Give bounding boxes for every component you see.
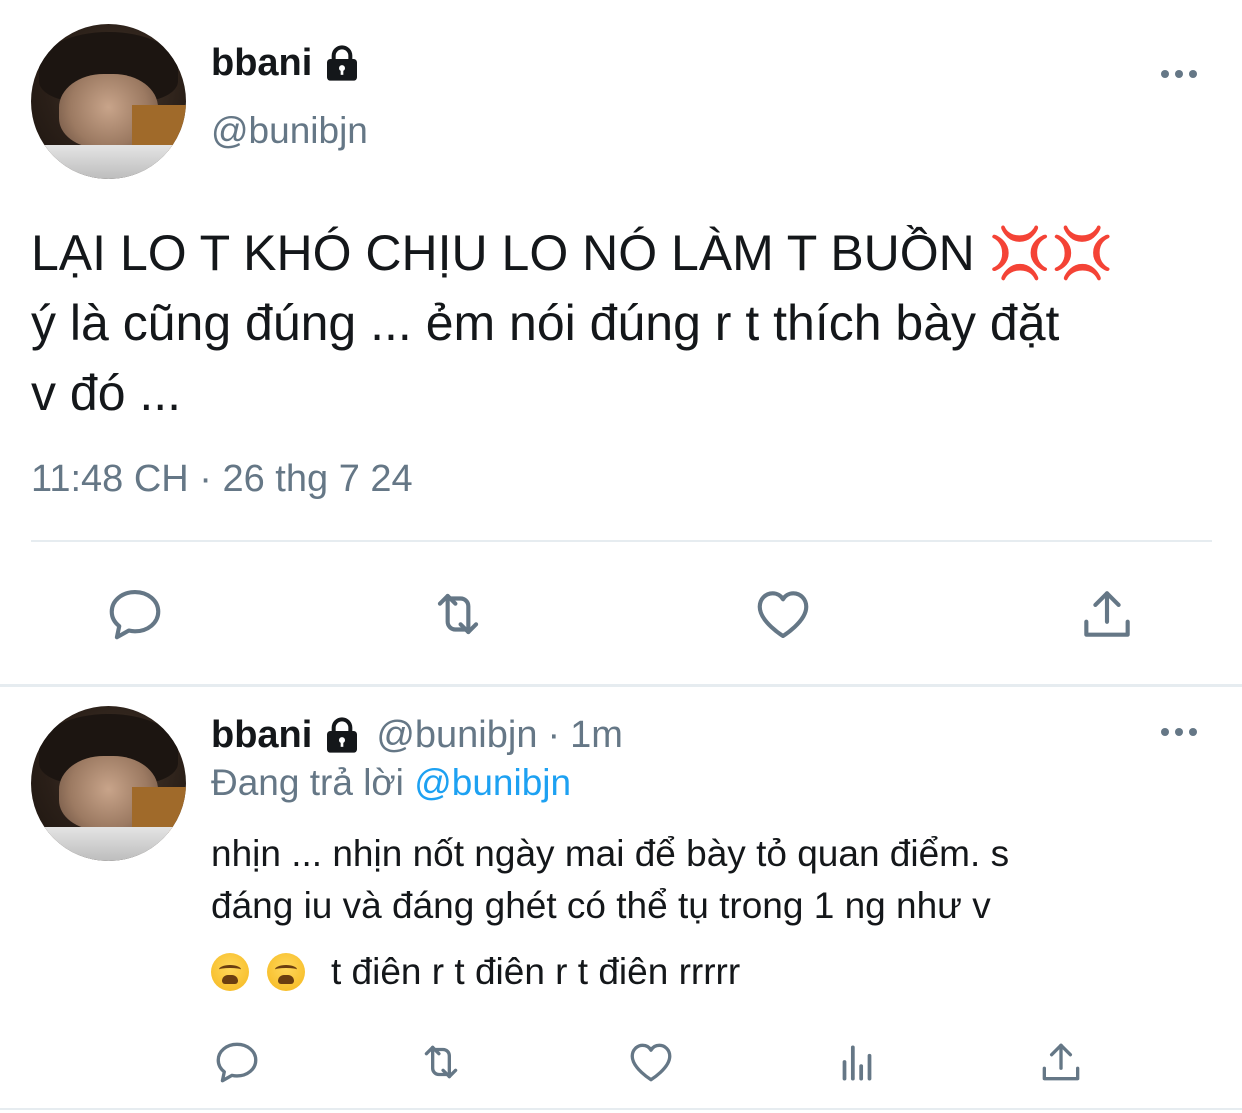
tired-face-emoji [267, 953, 305, 991]
reply-icon[interactable] [104, 583, 166, 645]
reply-header: bbani @bunibjn · 1m [211, 714, 623, 757]
retweet-icon[interactable] [416, 1037, 466, 1087]
display-name[interactable]: bbani [211, 714, 312, 757]
tweet-text: LẠI LO T KHÓ CHỊU LO NÓ LÀM T BUỒN 💢💢 ý … [31, 218, 1226, 428]
replying-prefix: Đang trả lời [211, 762, 404, 803]
retweet-icon[interactable] [427, 583, 489, 645]
tweet-text-line-1: LẠI LO T KHÓ CHỊU LO NÓ LÀM T BUỒN 💢💢 [31, 218, 1226, 288]
time-ago[interactable]: 1m [570, 714, 623, 757]
more-icon[interactable] [1159, 68, 1199, 80]
reply-icon[interactable] [212, 1037, 262, 1087]
reply-text-line-1: nhịn ... nhịn nốt ngày mai để bày tỏ qua… [211, 833, 1010, 874]
analytics-icon[interactable] [832, 1037, 882, 1087]
share-icon[interactable] [1076, 583, 1138, 645]
more-icon[interactable] [1159, 726, 1199, 738]
bottom-divider [0, 1108, 1242, 1110]
like-icon[interactable] [626, 1037, 676, 1087]
anger-emoji: 💢💢 [988, 225, 1114, 281]
divider [31, 540, 1212, 542]
tweet-text-line-2: ý là cũng đúng ... ẻm nói đúng r t thích… [31, 295, 1060, 351]
share-icon[interactable] [1036, 1037, 1086, 1087]
handle[interactable]: @bunibjn [211, 110, 368, 152]
timestamp[interactable]: 11:48 CH · 26 thg 7 24 [31, 458, 413, 501]
main-tweet: bbani @bunibjn LẠI LO T KHÓ CHỊU LO NÓ L… [0, 0, 1242, 668]
reply-text-line-3-text: t điên r t điên r t điên rrrrr [331, 951, 741, 992]
handle[interactable]: @bunibjn [376, 714, 537, 757]
tweet-text-line-1-text: LẠI LO T KHÓ CHỊU LO NÓ LÀM T BUỒN [31, 225, 975, 281]
reply-text-line-2: đáng iu và đáng ghét có thể tụ trong 1 n… [211, 885, 991, 926]
display-name-text[interactable]: bbani [211, 42, 312, 85]
lock-icon [327, 44, 358, 81]
avatar[interactable] [31, 706, 186, 861]
separator: · [547, 714, 561, 756]
like-icon[interactable] [752, 583, 814, 645]
section-divider [0, 684, 1242, 687]
replying-to: Đang trả lời @bunibjn [211, 762, 571, 804]
replying-mention-link[interactable]: @bunibjn [414, 762, 571, 803]
tired-face-emoji [211, 953, 249, 991]
avatar[interactable] [31, 24, 186, 179]
tweet-text-line-3: v đó ... [31, 365, 182, 421]
reply-text-line-3: t điên r t điên r t điên rrrrr [211, 946, 1221, 998]
reply-text: nhịn ... nhịn nốt ngày mai để bày tỏ qua… [211, 828, 1221, 998]
display-name[interactable]: bbani [211, 42, 362, 85]
lock-icon [327, 716, 358, 753]
